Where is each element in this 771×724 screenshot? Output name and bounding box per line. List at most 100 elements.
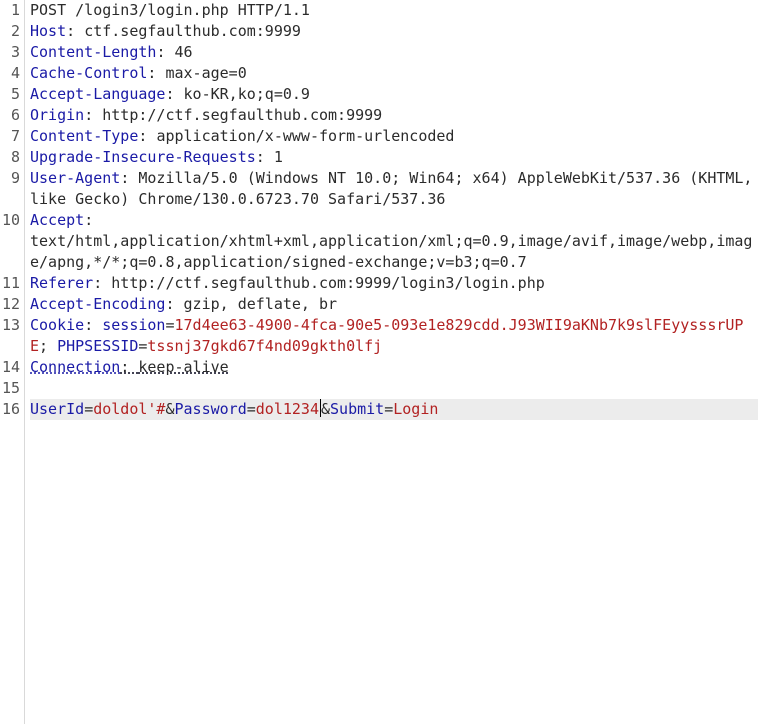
blank-line[interactable]: 15 [0,378,771,399]
header-value: gzip, deflate, br [183,295,338,313]
line-number: 1 [10,1,20,19]
line-number: 11 [1,274,20,292]
request-body-line[interactable]: 16 UserId=doldol'#&Password=dol1234 &Subm… [0,399,771,420]
param-separator: & [165,400,175,418]
header-content[interactable]: Connection: keep-alive [30,357,758,378]
header-separator: : [84,211,94,229]
header-name: Cookie [30,316,85,334]
line-number: 8 [10,148,20,166]
param-equals: = [246,400,256,418]
param-equals: = [84,400,94,418]
line-number: 16 [1,400,20,418]
header-name: Content-Length [30,43,157,61]
param-value: doldol'# [93,400,166,418]
line-number: 3 [10,43,20,61]
header-content[interactable]: Accept-Language: ko-KR,ko;q=0.9 [30,84,758,105]
param-name: Submit [330,400,385,418]
request-body[interactable]: UserId=doldol'#&Password=dol1234 &Submit=… [30,399,758,420]
request-method-path: POST /login3/login.php HTTP/1.1 [30,1,310,19]
line-number: 10 [1,211,20,229]
request-editor[interactable]: 1 POST /login3/login.php HTTP/1.1 2 Host… [0,0,771,724]
header-content[interactable]: Origin: http://ctf.segfaulthub.com:9999 [30,105,758,126]
cookie-value: tssnj37gkd67f4nd09gkth0lfj [147,337,383,355]
header-separator: : [66,22,85,40]
header-line-accept-encoding[interactable]: 12 Accept-Encoding: gzip, deflate, br [0,294,771,315]
header-line-accept[interactable]: 10 Accept: text/html,application/xhtml+xm… [0,210,771,273]
header-line-content-type[interactable]: 7 Content-Type: application/x-www-form-u… [0,126,771,147]
header-separator: : [138,127,157,145]
param-name: Password [174,400,247,418]
header-content[interactable]: User-Agent: Mozilla/5.0 (Windows NT 10.0… [30,168,758,210]
header-name: Content-Type [30,127,139,145]
header-name: Accept [30,211,85,229]
header-name: Accept-Encoding [30,295,166,313]
header-line-cookie[interactable]: 13 Cookie: session=17d4ee63-4900-4fca-90… [0,315,771,357]
connection-header: Connection: keep-alive [30,358,229,376]
header-content[interactable]: Cache-Control: max-age=0 [30,63,758,84]
header-line-cache-control[interactable]: 4 Cache-Control: max-age=0 [0,63,771,84]
request-line-1[interactable]: 1 POST /login3/login.php HTTP/1.1 [0,0,771,21]
header-line-connection[interactable]: 14 Connection: keep-alive [0,357,771,378]
param-equals: = [384,400,394,418]
header-value: max-age=0 [165,64,247,82]
header-separator: : [165,85,184,103]
header-content[interactable]: Accept-Encoding: gzip, deflate, br [30,294,758,315]
header-value: keep-alive [138,358,229,376]
header-separator: : [84,106,103,124]
header-content[interactable]: Accept: text/html,application/xhtml+xml,a… [30,210,758,273]
header-separator: : [147,64,166,82]
header-line-referer[interactable]: 11 Referer: http://ctf.segfaulthub.com:9… [0,273,771,294]
line-number: 7 [10,127,20,145]
header-name: Upgrade-Insecure-Requests [30,148,256,166]
request-start-line[interactable]: POST /login3/login.php HTTP/1.1 [30,0,758,21]
header-separator: : [120,169,139,187]
cookie-equals: = [165,316,175,334]
header-line-accept-language[interactable]: 5 Accept-Language: ko-KR,ko;q=0.9 [0,84,771,105]
cookie-separator: ; [39,337,58,355]
header-value: http://ctf.segfaulthub.com:9999 [102,106,383,124]
header-name: Connection [30,358,121,376]
param-name: UserId [30,400,85,418]
header-content[interactable]: Referer: http://ctf.segfaulthub.com:9999… [30,273,758,294]
header-value: 46 [174,43,193,61]
cookie-name: session [102,316,166,334]
header-name: Origin [30,106,85,124]
header-separator: : [93,274,112,292]
line-number: 9 [10,169,20,187]
header-line-upgrade-insecure-requests[interactable]: 8 Upgrade-Insecure-Requests: 1 [0,147,771,168]
header-separator: : [165,295,184,313]
param-value: Login [393,400,439,418]
header-value: application/x-www-form-urlencoded [156,127,455,145]
line-number: 13 [1,316,20,334]
header-line-host[interactable]: 2 Host: ctf.segfaulthub.com:9999 [0,21,771,42]
header-name: Host [30,22,67,40]
param-separator: & [321,400,331,418]
header-separator: : [156,43,175,61]
line-number: 15 [1,379,20,397]
header-content[interactable]: Content-Length: 46 [30,42,758,63]
header-line-content-length[interactable]: 3 Content-Length: 46 [0,42,771,63]
header-name: Referer [30,274,94,292]
line-number: 14 [1,358,20,376]
header-line-origin[interactable]: 6 Origin: http://ctf.segfaulthub.com:999… [0,105,771,126]
header-value: text/html,application/xhtml+xml,applicat… [30,232,753,271]
header-separator: : [255,148,274,166]
line-number: 12 [1,295,20,313]
header-line-user-agent[interactable]: 9 User-Agent: Mozilla/5.0 (Windows NT 10… [0,168,771,210]
cookie-name: PHPSESSID [57,337,139,355]
header-value: ctf.segfaulthub.com:9999 [84,22,301,40]
header-value: ko-KR,ko;q=0.9 [183,85,310,103]
line-number: 4 [10,64,20,82]
header-content[interactable]: Host: ctf.segfaulthub.com:9999 [30,21,758,42]
request-lines: 1 POST /login3/login.php HTTP/1.1 2 Host… [0,0,771,420]
header-name: Cache-Control [30,64,148,82]
header-content[interactable]: Cookie: session=17d4ee63-4900-4fca-90e5-… [30,315,758,357]
header-content[interactable]: Content-Type: application/x-www-form-url… [30,126,758,147]
header-separator: : [84,316,103,334]
header-name: Accept-Language [30,85,166,103]
header-content[interactable]: Upgrade-Insecure-Requests: 1 [30,147,758,168]
line-number: 2 [10,22,20,40]
line-number: 6 [10,106,20,124]
param-value: dol1234 [255,400,319,418]
line-number: 5 [10,85,20,103]
